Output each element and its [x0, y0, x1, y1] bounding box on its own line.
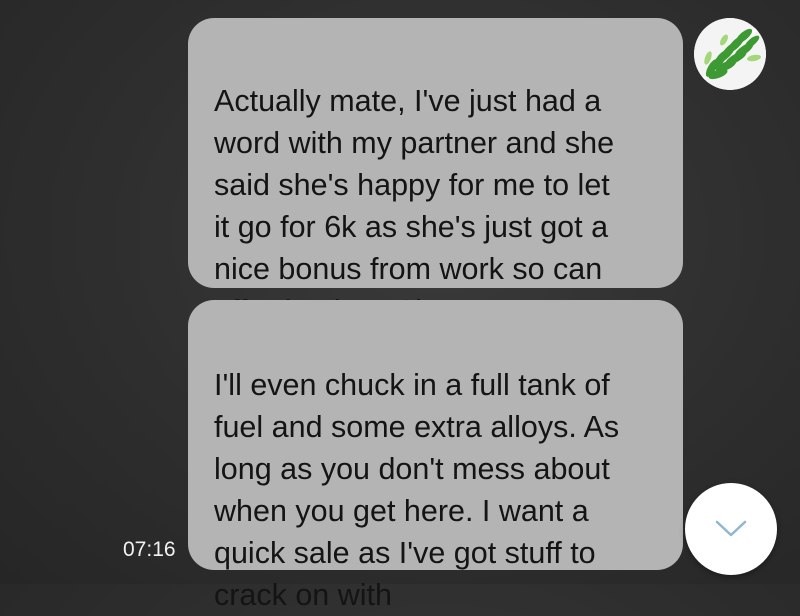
message-bubble[interactable]: I'll even chuck in a full tank of fuel a… — [188, 300, 683, 612]
avatar[interactable] — [694, 18, 766, 90]
message-bubble[interactable]: Actually mate, I've just had a word with… — [188, 18, 683, 328]
chevron-down-icon — [715, 520, 747, 537]
message-text: I'll even chuck in a full tank of fuel a… — [214, 368, 620, 612]
message-timestamp: 07:16 — [123, 538, 176, 561]
scroll-to-bottom-button[interactable] — [685, 483, 777, 575]
message-text: Actually mate, I've just had a word with… — [214, 84, 615, 328]
fern-leaf-icon — [694, 18, 766, 90]
